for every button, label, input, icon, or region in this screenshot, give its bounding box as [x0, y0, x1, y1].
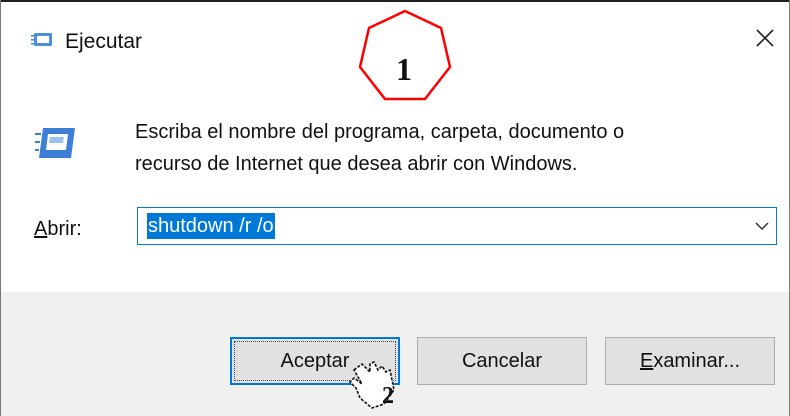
step-1-number: 1 — [396, 51, 412, 87]
dialog-description: Escriba el nombre del programa, carpeta,… — [135, 116, 624, 180]
browse-button[interactable]: Examinar... — [605, 337, 775, 385]
cancel-button[interactable]: Cancelar — [417, 337, 587, 385]
description-line-2: recurso de Internet que desea abrir con … — [135, 153, 578, 175]
step-1-heptagon: 1 — [358, 9, 452, 101]
close-icon — [756, 29, 774, 47]
step-2-number: 2 — [382, 383, 394, 409]
cancel-button-label: Cancelar — [461, 349, 543, 372]
window-title: Ejecutar — [65, 30, 143, 53]
open-input-value[interactable]: shutdown /r /o — [147, 213, 275, 239]
run-app-icon — [35, 128, 75, 158]
chevron-down-icon[interactable] — [754, 220, 770, 232]
open-field-label: Abrir: — [34, 218, 82, 241]
browse-button-label: xaminar... — [653, 349, 741, 372]
browse-mnemonic: E — [639, 349, 654, 372]
run-app-icon — [31, 33, 52, 46]
open-label-rest: brir: — [47, 218, 82, 240]
open-combobox[interactable]: shutdown /r /o — [137, 207, 777, 245]
description-line-1: Escriba el nombre del programa, carpeta,… — [135, 121, 625, 143]
close-button[interactable] — [743, 14, 787, 62]
open-label-mnemonic: A — [34, 218, 48, 240]
hand-pointer-icon: 2 — [348, 360, 395, 409]
